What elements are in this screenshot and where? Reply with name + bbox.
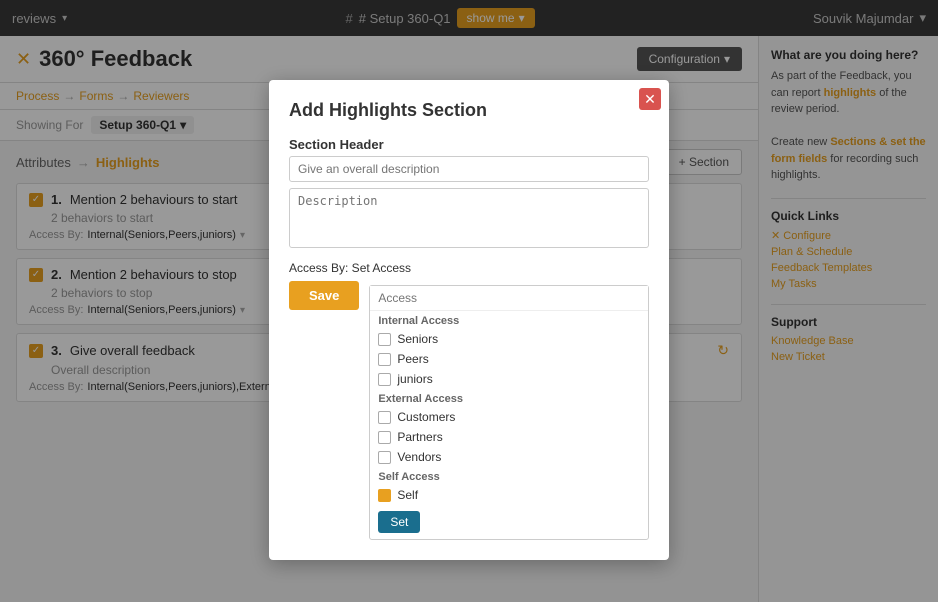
access-item-customers: Customers — [370, 407, 648, 427]
self-access-group: Self Access — [370, 467, 648, 485]
customers-label: Customers — [397, 410, 455, 424]
access-item-vendors: Vendors — [370, 447, 648, 467]
access-item-seniors: Seniors — [370, 329, 648, 349]
juniors-checkbox[interactable] — [378, 373, 391, 386]
modal-overlay: ✕ Add Highlights Section Section Header … — [0, 0, 938, 602]
modal-close-button[interactable]: ✕ — [639, 88, 661, 110]
partners-label: Partners — [397, 430, 442, 444]
modal-title: Add Highlights Section — [289, 100, 649, 121]
internal-access-group: Internal Access — [370, 311, 648, 329]
seniors-checkbox[interactable] — [378, 333, 391, 346]
access-item-peers: Peers — [370, 349, 648, 369]
section-description-input[interactable] — [289, 188, 649, 248]
seniors-label: Seniors — [397, 332, 438, 346]
access-item-juniors: juniors — [370, 369, 648, 389]
partners-checkbox[interactable] — [378, 431, 391, 444]
access-item-partners: Partners — [370, 427, 648, 447]
save-button[interactable]: Save — [289, 281, 359, 310]
customers-checkbox[interactable] — [378, 411, 391, 424]
self-checkbox[interactable] — [378, 489, 391, 502]
add-highlights-modal: ✕ Add Highlights Section Section Header … — [269, 80, 669, 560]
external-access-group: External Access — [370, 389, 648, 407]
vendors-label: Vendors — [397, 450, 441, 464]
juniors-label: juniors — [397, 372, 432, 386]
section-header-input[interactable] — [289, 156, 649, 182]
access-by-label: Access By: Set Access — [289, 261, 649, 275]
section-header-label: Section Header — [289, 137, 649, 152]
access-dropdown-popup: Internal Access Seniors Peers juniors Ex… — [369, 285, 649, 540]
access-item-self: Self — [370, 485, 648, 505]
access-search-input[interactable] — [370, 286, 648, 311]
peers-checkbox[interactable] — [378, 353, 391, 366]
set-button[interactable]: Set — [378, 511, 420, 533]
self-label: Self — [397, 488, 418, 502]
peers-label: Peers — [397, 352, 428, 366]
vendors-checkbox[interactable] — [378, 451, 391, 464]
